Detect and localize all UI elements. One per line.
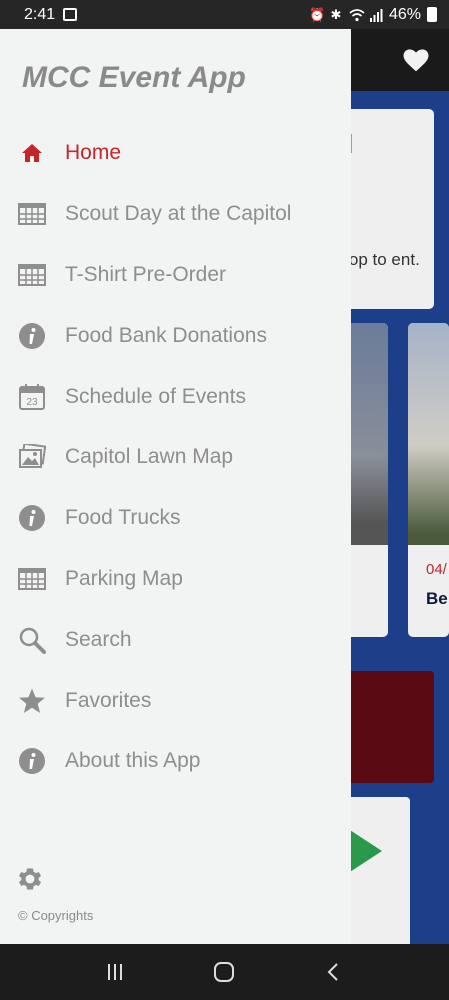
- menu-item-label: Favorites: [65, 688, 152, 712]
- calendar-icon: 23: [18, 383, 46, 411]
- event-card-title: Be: [426, 589, 448, 608]
- home-icon: [18, 139, 46, 167]
- event-card-date: 04/: [426, 561, 447, 578]
- event-card[interactable]: 04/ Be: [408, 323, 449, 637]
- menu-item-tshirt-preorder[interactable]: T-Shirt Pre-Order: [0, 245, 351, 306]
- drawer-menu: Home Scout Day at the Capitol T-Shirt Pr…: [0, 123, 351, 792]
- copyright-text[interactable]: © Copyrights: [18, 908, 93, 923]
- menu-item-label: T-Shirt Pre-Order: [65, 262, 227, 286]
- signal-icon: [369, 8, 383, 22]
- info-icon: [18, 504, 46, 532]
- status-icons: ⏰ ✱ 46%: [309, 6, 437, 24]
- event-card-image: [408, 323, 449, 545]
- menu-item-label: Home: [65, 141, 122, 165]
- back-icon: [327, 963, 338, 981]
- status-time: 2:41: [24, 5, 56, 23]
- calendar-day: 23: [26, 397, 38, 408]
- battery-percent: 46%: [388, 5, 421, 23]
- menu-item-capitol-lawn-map[interactable]: Capitol Lawn Map: [0, 427, 351, 488]
- info-icon: [18, 322, 46, 350]
- status-bar: 2:41 ⏰ ✱ 46%: [0, 0, 449, 29]
- menu-item-parking-map[interactable]: Parking Map: [0, 549, 351, 610]
- wifi-icon: [349, 8, 365, 22]
- home-nav-icon: [214, 962, 235, 982]
- favorite-heart-icon[interactable]: [401, 45, 431, 75]
- navigation-drawer: MCC Event App Home Scout Day at the Capi…: [0, 29, 351, 944]
- menu-item-home[interactable]: Home: [0, 123, 351, 184]
- menu-item-label: Food Trucks: [65, 506, 181, 530]
- menu-item-label: Parking Map: [65, 566, 183, 590]
- recents-icon: [107, 964, 122, 980]
- menu-item-label: About this App: [65, 749, 201, 773]
- menu-item-about[interactable]: About this App: [0, 731, 351, 792]
- battery-icon: [427, 7, 437, 22]
- menu-item-scout-day[interactable]: Scout Day at the Capitol: [0, 184, 351, 245]
- alarm-icon: ⏰: [308, 6, 326, 22]
- search-icon: [18, 626, 46, 654]
- menu-item-label: Schedule of Events: [65, 384, 246, 408]
- back-button[interactable]: [314, 952, 354, 992]
- table-icon: [18, 565, 46, 593]
- menu-item-label: Capitol Lawn Map: [65, 445, 234, 469]
- menu-item-food-trucks[interactable]: Food Trucks: [0, 488, 351, 549]
- settings-gear-icon[interactable]: [16, 865, 44, 893]
- menu-item-label: Search: [65, 627, 132, 651]
- bluetooth-icon: ✱: [330, 6, 342, 22]
- star-icon: [18, 687, 46, 715]
- photo-icon: [18, 443, 46, 471]
- gallery-notification-icon: [63, 8, 78, 21]
- table-icon: [18, 200, 46, 228]
- menu-item-food-bank[interactable]: Food Bank Donations: [0, 305, 351, 366]
- menu-item-search[interactable]: Search: [0, 609, 351, 670]
- home-button[interactable]: [204, 952, 244, 992]
- info-icon: [18, 747, 46, 775]
- recents-button[interactable]: [95, 952, 135, 992]
- app-title: MCC Event App: [22, 61, 246, 94]
- table-icon: [18, 261, 46, 289]
- system-nav-bar: [0, 944, 449, 1000]
- menu-item-favorites[interactable]: Favorites: [0, 670, 351, 731]
- menu-item-label: Scout Day at the Capitol: [65, 202, 292, 226]
- menu-item-schedule[interactable]: 23 Schedule of Events: [0, 366, 351, 427]
- menu-item-label: Food Bank Donations: [65, 323, 267, 347]
